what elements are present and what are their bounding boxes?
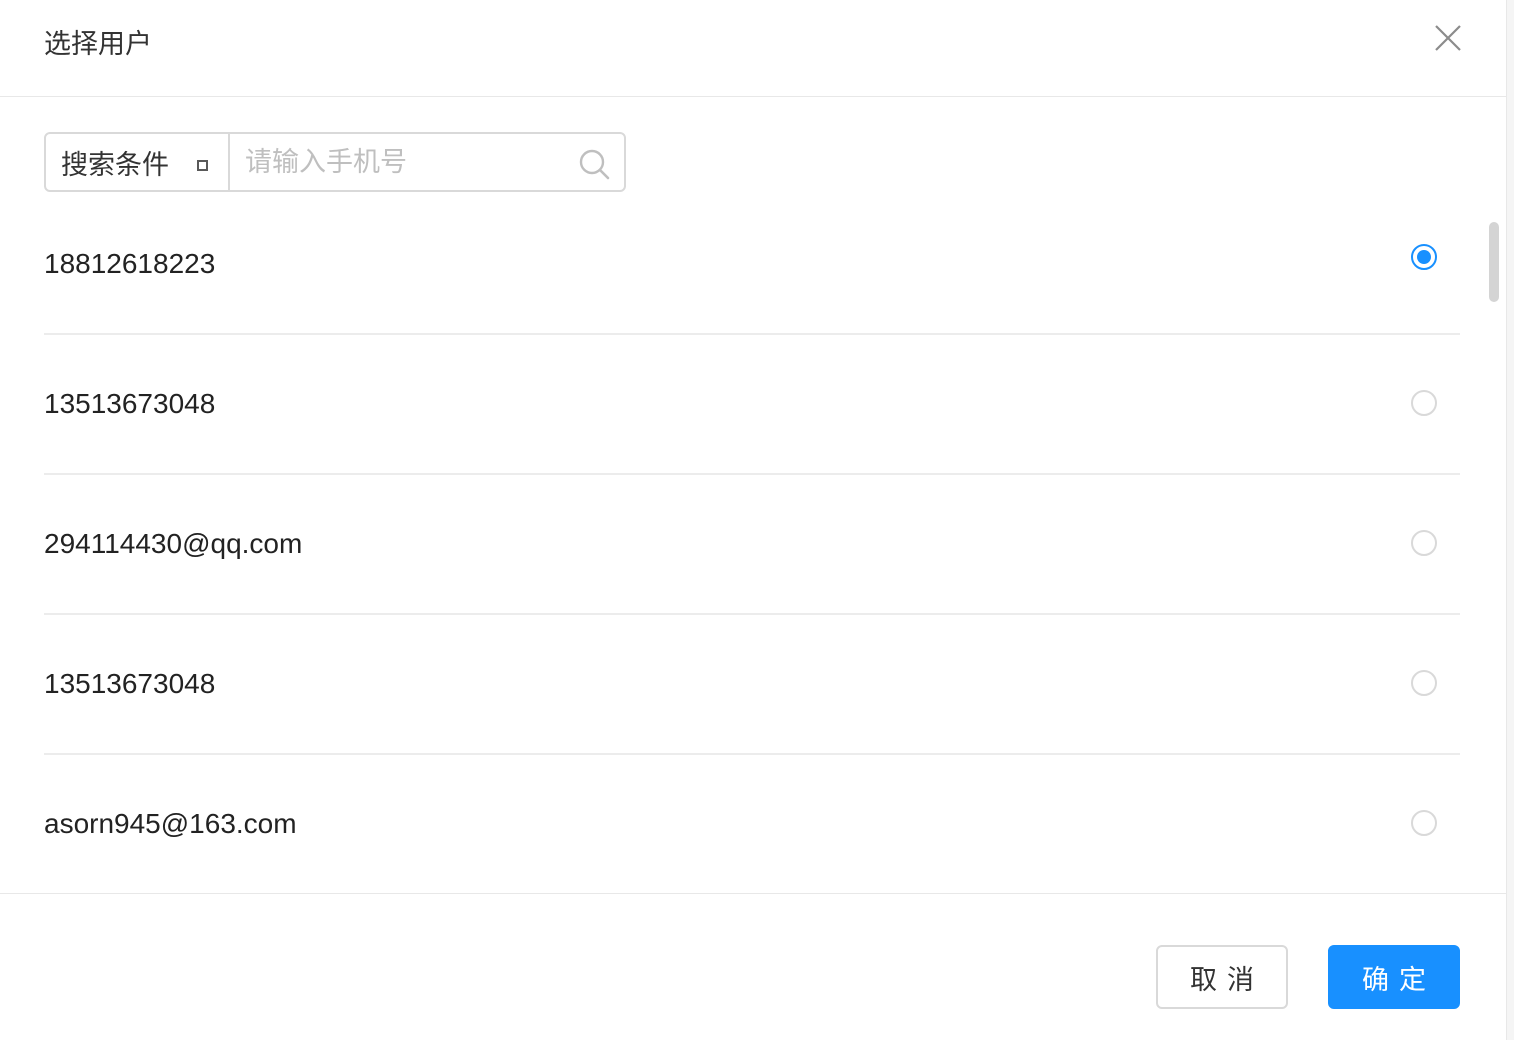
list-item[interactable]: 18812618223 [44,195,1460,335]
user-radio-selected[interactable] [1411,244,1437,270]
list-item[interactable]: 13513673048 [44,335,1460,475]
search-bar: 搜索条件 [44,132,626,192]
search-condition-select[interactable]: 搜索条件 [46,134,230,190]
phone-search-input[interactable] [230,134,624,190]
user-account: 13513673048 [44,668,216,699]
user-radio[interactable] [1411,810,1437,836]
list-item[interactable]: 13513673048 [44,615,1460,755]
user-radio[interactable] [1411,530,1437,556]
select-user-dialog: 选择用户 搜索条件 请输入手机号 18812618223 13513673048… [0,0,1507,1040]
select-arrow-icon [197,160,208,171]
dialog-body: 搜索条件 18812618223 13513673048 [0,97,1506,893]
user-radio[interactable] [1411,390,1437,416]
user-account: 294114430@qq.com [44,528,303,559]
backdrop-edge [1507,0,1514,1040]
list-item[interactable]: asorn945@163.com [44,755,1460,893]
search-condition-label: 搜索条件 [61,149,169,180]
user-account: 18812618223 [44,248,216,279]
list-item[interactable]: 294114430@qq.com [44,475,1460,615]
close-icon[interactable] [1428,18,1468,58]
user-account: asorn945@163.com [44,808,297,839]
dialog-footer: 取消 确定 [0,893,1506,1041]
list-scrollbar[interactable] [1489,222,1499,302]
user-radio[interactable] [1411,670,1437,696]
dialog-header: 选择用户 [0,0,1506,97]
dialog-title: 选择用户 [44,29,152,59]
cancel-button[interactable]: 取消 [1156,945,1288,1009]
search-icon[interactable] [578,148,610,180]
confirm-button[interactable]: 确定 [1328,945,1460,1009]
user-list: 18812618223 13513673048 294114430@qq.com… [44,195,1460,893]
user-account: 13513673048 [44,388,216,419]
search-input-wrap [230,134,624,190]
